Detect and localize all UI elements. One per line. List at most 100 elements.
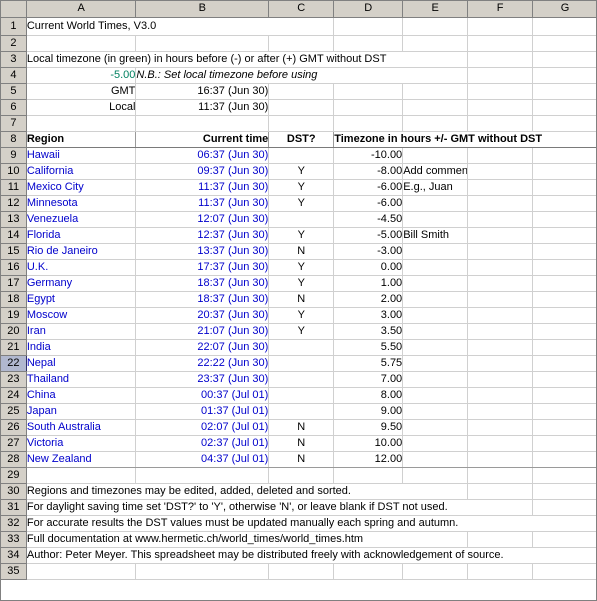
region-dst-flag[interactable]: Y: [268, 227, 335, 244]
region-name[interactable]: Venezuela: [26, 211, 137, 228]
row-header-27[interactable]: 27: [1, 435, 27, 452]
row-header-24[interactable]: 24: [1, 387, 27, 404]
region-dst-flag[interactable]: [268, 211, 335, 228]
row-header-5[interactable]: 5: [1, 83, 27, 100]
row-header-21[interactable]: 21: [1, 339, 27, 356]
region-current-time[interactable]: 21:07 (Jun 30): [135, 323, 270, 340]
cell-F27[interactable]: [467, 435, 534, 452]
cell-G30[interactable]: [532, 483, 596, 500]
region-current-time[interactable]: 12:37 (Jun 30): [135, 227, 270, 244]
cell-G4[interactable]: [532, 67, 596, 84]
region-comment[interactable]: [402, 211, 469, 228]
region-current-time[interactable]: 12:07 (Jun 30): [135, 211, 270, 228]
region-dst-flag[interactable]: Y: [268, 179, 335, 196]
region-timezone-offset[interactable]: 12.00: [333, 451, 404, 468]
cell-F24[interactable]: [467, 387, 534, 404]
row-header-17[interactable]: 17: [1, 275, 27, 292]
region-comment[interactable]: Bill Smith: [402, 227, 469, 244]
instruction-text[interactable]: Local timezone (in green) in hours befor…: [26, 51, 403, 68]
cell-F33[interactable]: [467, 531, 534, 548]
region-comment[interactable]: [402, 195, 469, 212]
region-name[interactable]: China: [26, 387, 137, 404]
region-timezone-offset[interactable]: -8.00: [333, 163, 404, 180]
cell-E6[interactable]: [402, 99, 469, 116]
row-header-6[interactable]: 6: [1, 99, 27, 116]
region-dst-flag[interactable]: Y: [268, 323, 335, 340]
cell-F14[interactable]: [467, 227, 534, 244]
region-name[interactable]: Florida: [26, 227, 137, 244]
region-name[interactable]: Hawaii: [26, 147, 137, 164]
column-header-G[interactable]: G: [532, 1, 596, 18]
cell-G17[interactable]: [532, 275, 596, 292]
column-title-current-time[interactable]: Current time: [135, 130, 270, 148]
region-timezone-offset[interactable]: 7.00: [333, 371, 404, 388]
region-name[interactable]: Minnesota: [26, 195, 137, 212]
footer-note[interactable]: For accurate results the DST values must…: [26, 515, 533, 532]
column-header-E[interactable]: E: [402, 1, 469, 18]
cell-A2[interactable]: [26, 35, 137, 52]
row-header-35[interactable]: 35: [1, 563, 27, 580]
region-timezone-offset[interactable]: -3.00: [333, 243, 404, 260]
cell-F26[interactable]: [467, 419, 534, 436]
region-timezone-offset[interactable]: -4.50: [333, 211, 404, 228]
cell-A29[interactable]: [26, 467, 137, 484]
gmt-label[interactable]: GMT: [26, 83, 137, 100]
cell-G35[interactable]: [532, 563, 596, 580]
region-current-time[interactable]: 02:07 (Jul 01): [135, 419, 270, 436]
cell-B7[interactable]: [135, 115, 270, 132]
row-header-30[interactable]: 30: [1, 483, 27, 500]
cell-F5[interactable]: [467, 83, 534, 100]
cell-C5[interactable]: [268, 83, 335, 100]
region-dst-flag[interactable]: [268, 403, 335, 420]
region-comment[interactable]: [402, 387, 469, 404]
region-comment[interactable]: [402, 339, 469, 356]
column-title-dst[interactable]: DST?: [268, 130, 335, 148]
cell-F25[interactable]: [467, 403, 534, 420]
cell-G27[interactable]: [532, 435, 596, 452]
region-timezone-offset[interactable]: 8.00: [333, 387, 404, 404]
row-header-31[interactable]: 31: [1, 499, 27, 516]
region-name[interactable]: Moscow: [26, 307, 137, 324]
column-header-C[interactable]: C: [268, 1, 335, 18]
region-comment[interactable]: [402, 323, 469, 340]
cell-E3[interactable]: [402, 51, 469, 68]
cell-G16[interactable]: [532, 259, 596, 276]
region-current-time[interactable]: 02:37 (Jul 01): [135, 435, 270, 452]
region-current-time[interactable]: 22:22 (Jun 30): [135, 355, 270, 372]
cell-G5[interactable]: [532, 83, 596, 100]
row-header-18[interactable]: 18: [1, 291, 27, 308]
region-timezone-offset[interactable]: 0.00: [333, 259, 404, 276]
region-dst-flag[interactable]: Y: [268, 275, 335, 292]
region-current-time[interactable]: 17:37 (Jun 30): [135, 259, 270, 276]
cell-F29[interactable]: [467, 467, 534, 484]
region-timezone-offset[interactable]: 3.00: [333, 307, 404, 324]
page-title[interactable]: Current World Times, V3.0: [26, 17, 269, 36]
region-dst-flag[interactable]: [268, 387, 335, 404]
cell-G2[interactable]: [532, 35, 596, 52]
cell-E1[interactable]: [402, 17, 469, 36]
row-header-14[interactable]: 14: [1, 227, 27, 244]
cell-F30[interactable]: [467, 483, 534, 500]
region-dst-flag[interactable]: Y: [268, 163, 335, 180]
cell-G3[interactable]: [532, 51, 596, 68]
column-header-F[interactable]: F: [467, 1, 534, 18]
cell-D35[interactable]: [333, 563, 404, 580]
row-header-34[interactable]: 34: [1, 547, 27, 564]
cell-G21[interactable]: [532, 339, 596, 356]
cell-G34[interactable]: [532, 547, 596, 564]
footer-note[interactable]: For daylight saving time set 'DST?' to '…: [26, 499, 468, 516]
cell-G15[interactable]: [532, 243, 596, 260]
local-value[interactable]: 11:37 (Jun 30): [135, 99, 270, 116]
region-current-time[interactable]: 04:37 (Jul 01): [135, 451, 270, 468]
cell-G6[interactable]: [532, 99, 596, 116]
cell-F17[interactable]: [467, 275, 534, 292]
region-name[interactable]: South Australia: [26, 419, 137, 436]
row-header-3[interactable]: 3: [1, 51, 27, 68]
region-current-time[interactable]: 00:37 (Jul 01): [135, 387, 270, 404]
cell-B2[interactable]: [135, 35, 270, 52]
footer-note[interactable]: Regions and timezones may be edited, add…: [26, 483, 403, 500]
cell-G28[interactable]: [532, 451, 596, 468]
cell-G29[interactable]: [532, 467, 596, 484]
region-dst-flag[interactable]: [268, 355, 335, 372]
cell-F23[interactable]: [467, 371, 534, 388]
